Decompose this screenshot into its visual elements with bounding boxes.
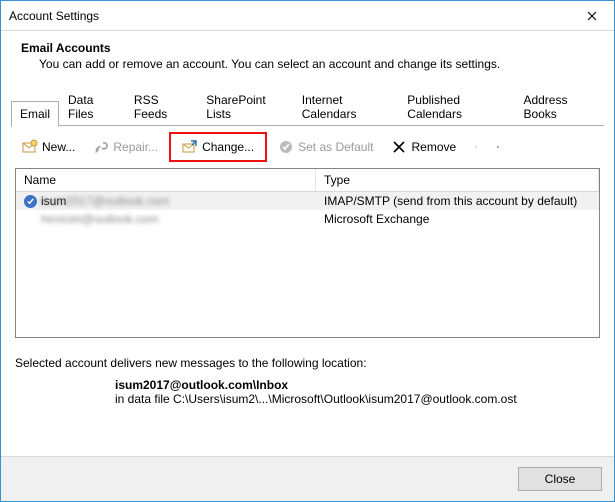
titlebar: Account Settings [1, 1, 614, 31]
account-type: Microsoft Exchange [316, 212, 599, 226]
header: Email Accounts You can add or remove an … [1, 31, 614, 87]
remove-button[interactable]: Remove [384, 135, 463, 159]
tab-rss-feeds[interactable]: RSS Feeds [125, 87, 197, 126]
delivery-info: Selected account delivers new messages t… [1, 338, 614, 406]
window-close-button[interactable] [570, 1, 614, 31]
account-name: heviciet@outlook.com [41, 212, 159, 226]
column-type[interactable]: Type [316, 169, 599, 191]
new-button[interactable]: New... [15, 135, 82, 159]
move-down-button[interactable] [489, 135, 507, 159]
close-button[interactable]: Close [518, 467, 602, 491]
account-row[interactable]: heviciet@outlook.com Microsoft Exchange [16, 210, 599, 228]
change-icon [182, 139, 198, 155]
account-row[interactable]: isumisum2017@outlook.com IMAP/SMTP (send… [16, 192, 599, 210]
tab-sharepoint-lists[interactable]: SharePoint Lists [197, 87, 292, 126]
change-button-highlight: Change... [169, 132, 267, 162]
set-default-button: Set as Default [271, 135, 380, 159]
close-icon [587, 11, 597, 21]
tab-data-files[interactable]: Data Files [59, 87, 125, 126]
delivery-datafile: in data file C:\Users\isum2\...\Microsof… [115, 392, 600, 406]
tab-email[interactable]: Email [11, 101, 59, 127]
change-button[interactable]: Change... [175, 135, 261, 159]
column-name[interactable]: Name [16, 169, 316, 191]
account-type: IMAP/SMTP (send from this account by def… [316, 194, 599, 208]
check-circle-icon [278, 139, 294, 155]
window-title: Account Settings [9, 9, 570, 23]
delivery-intro: Selected account delivers new messages t… [15, 356, 600, 370]
move-up-button [467, 135, 485, 159]
header-description: You can add or remove an account. You ca… [39, 57, 594, 71]
remove-icon [391, 139, 407, 155]
default-account-icon [24, 195, 37, 208]
tabstrip: Email Data Files RSS Feeds SharePoint Li… [1, 87, 614, 126]
arrow-down-icon [496, 139, 500, 155]
accounts-list: Name Type isumisum2017@outlook.com IMAP/… [15, 168, 600, 338]
tab-address-books[interactable]: Address Books [514, 87, 604, 126]
account-settings-dialog: Account Settings Email Accounts You can … [0, 0, 615, 502]
account-name: isumisum2017@outlook.com [41, 194, 169, 208]
toolbar: New... Repair... Change... Set as Defaul… [1, 126, 614, 168]
arrow-up-icon [474, 139, 478, 155]
tab-published-calendars[interactable]: Published Calendars [398, 87, 514, 126]
tab-internet-calendars[interactable]: Internet Calendars [293, 87, 399, 126]
footer: Close [1, 456, 614, 501]
header-heading: Email Accounts [21, 41, 594, 55]
repair-icon [93, 139, 109, 155]
list-body: isumisum2017@outlook.com IMAP/SMTP (send… [16, 192, 599, 337]
delivery-mailbox: isum2017@outlook.com\Inbox [115, 378, 600, 392]
list-header: Name Type [16, 169, 599, 192]
repair-button: Repair... [86, 135, 165, 159]
new-mail-icon [22, 139, 38, 155]
